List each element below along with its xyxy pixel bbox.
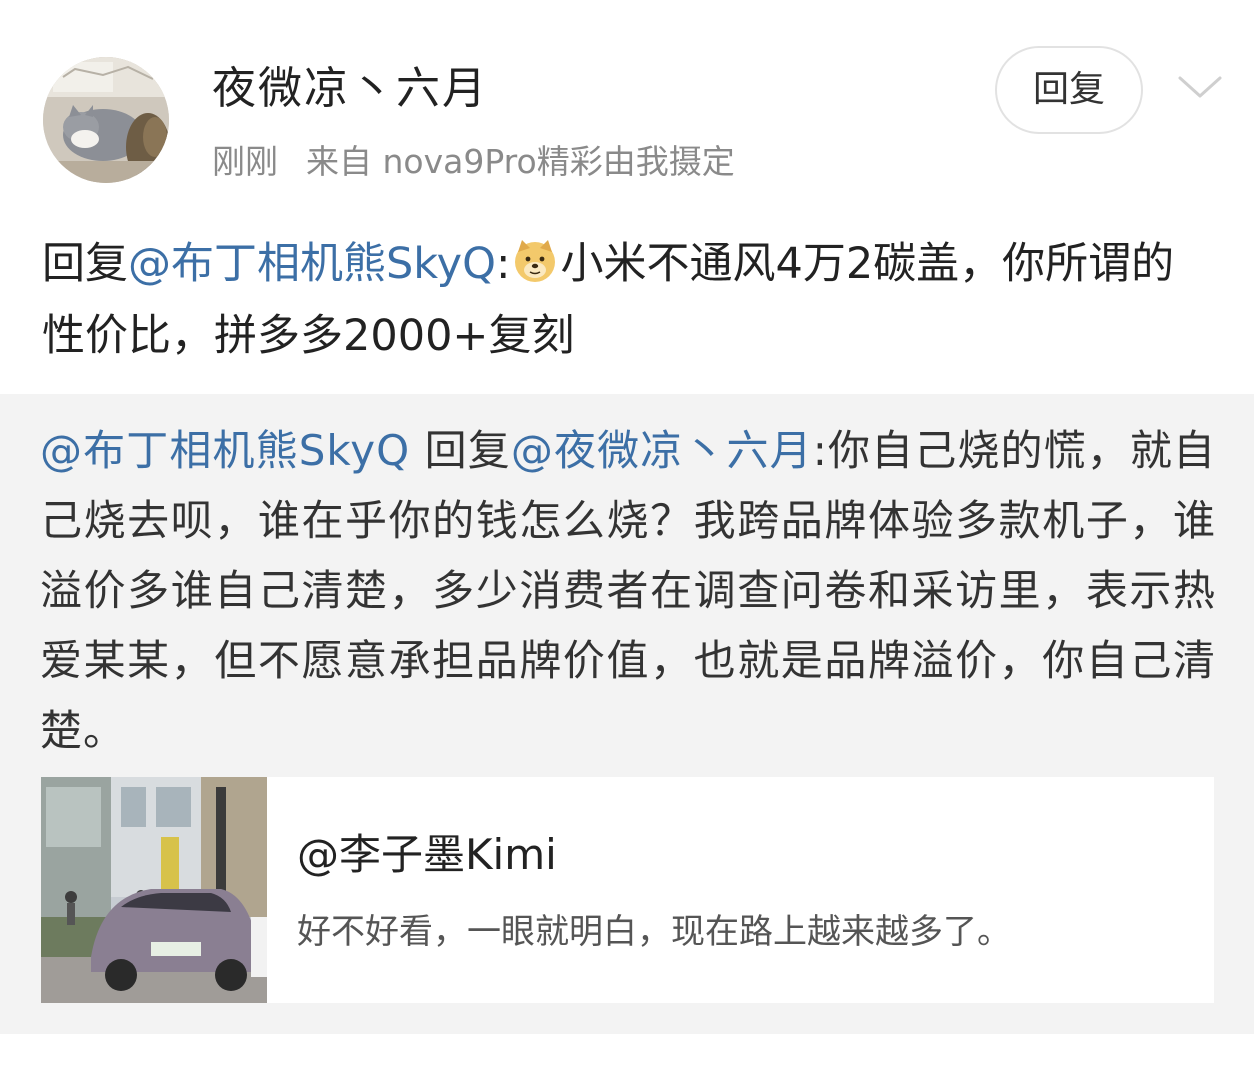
post-text: 回复@布丁相机熊SkyQ: 小米不通风4万2碳盖，你所谓的性价比，拼多多2000…	[42, 228, 1217, 372]
linked-post-card[interactable]: @李子墨Kimi 好不好看，一眼就明白，现在路上越来越多了。	[41, 777, 1214, 1003]
card-thumbnail	[41, 777, 267, 1003]
reply-prefix: 回复	[42, 239, 128, 289]
bottom-bar	[0, 1034, 1254, 1080]
user-avatar[interactable]	[43, 57, 169, 183]
quoted-text: @布丁相机熊SkyQ 回复@夜微凉丶六月:你自己烧的慌，就自己烧去呗，谁在乎你的…	[40, 416, 1216, 766]
post-username[interactable]: 夜微凉丶六月	[212, 60, 488, 118]
cat-avatar-icon	[43, 57, 169, 183]
doge-emoji-icon	[515, 240, 556, 282]
quoted-reply-mention[interactable]: @夜微凉丶六月	[511, 426, 813, 475]
card-title[interactable]: @李子墨Kimi	[297, 827, 557, 883]
street-car-photo	[41, 777, 267, 1003]
mention-link[interactable]: @布丁相机熊SkyQ	[128, 239, 496, 289]
quoted-body: :你自己烧的慌，就自己烧去呗，谁在乎你的钱怎么烧？我跨品牌体验多款机子，谁溢价多…	[40, 426, 1216, 755]
quoted-reply-word: 回复	[410, 426, 511, 475]
quoted-author-mention[interactable]: @布丁相机熊SkyQ	[40, 426, 410, 475]
mention-colon: :	[495, 239, 511, 289]
chevron-down-icon[interactable]	[1176, 66, 1224, 106]
post-meta: 刚刚 来自 nova9Pro精彩由我摄定	[212, 140, 735, 184]
weibo-comment-page: 夜微凉丶六月 刚刚 来自 nova9Pro精彩由我摄定 回复 回复@布丁相机熊Sk…	[0, 0, 1254, 1080]
post-time: 刚刚	[212, 142, 278, 181]
reply-button[interactable]: 回复	[995, 46, 1143, 134]
card-description: 好不好看，一眼就明白，现在路上越来越多了。	[297, 912, 1011, 952]
post-source: 来自 nova9Pro精彩由我摄定	[306, 142, 735, 181]
